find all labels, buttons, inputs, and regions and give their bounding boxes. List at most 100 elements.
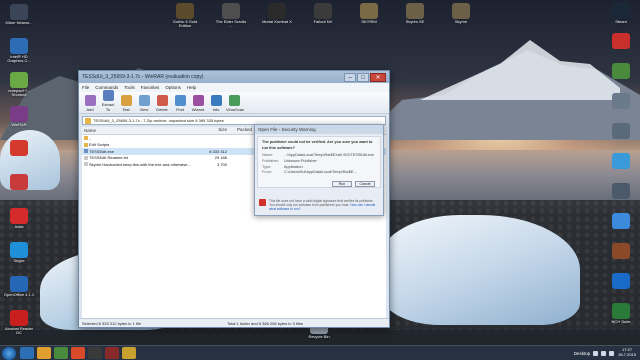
desktop-shortcut[interactable] [604, 153, 638, 170]
desktop-shortcut[interactable] [2, 140, 36, 157]
app-icon [10, 310, 28, 326]
security-warning-dialog[interactable]: Open File - Security Warning The publish… [254, 124, 384, 216]
toolbar-button-add[interactable]: Add [82, 95, 98, 112]
app-icon [268, 3, 286, 19]
file-name: Edit Scripts [89, 142, 110, 148]
file-name: .. [89, 135, 92, 141]
flag-icon[interactable] [609, 350, 615, 356]
desktop-shortcut[interactable]: NCH Suite [604, 303, 638, 324]
desktop-shortcut[interactable]: Gothic II Gold Edition [168, 3, 202, 29]
window-titlebar[interactable]: TESSdUi_3_25659-3-1.7c - WinRAR (evaluat… [79, 71, 389, 83]
desktop-shortcut[interactable] [604, 213, 638, 230]
app-icon [10, 174, 28, 190]
desktop-shortcut[interactable]: The Elder Scrolls ... [214, 3, 248, 29]
taskbar-app-icon[interactable] [71, 347, 85, 359]
toolbar-button-virusscan[interactable]: VirusScan [226, 95, 244, 112]
dialog-question: The publisher could not be verified. Are… [262, 140, 373, 150]
desktop-shortcut[interactable]: WinRAR [2, 106, 36, 127]
menu-item[interactable]: Options [165, 85, 181, 90]
column-header[interactable]: Name [82, 127, 202, 134]
desktop-shortcut[interactable]: Skyrim [444, 3, 478, 24]
status-total: Total 1 folder and 8 366 208 bytes in 3 … [227, 320, 304, 326]
app-icon [10, 242, 28, 258]
desktop-shortcut[interactable] [2, 174, 36, 191]
desktop-shortcut[interactable]: Steam [604, 3, 638, 24]
desktop-shortcut[interactable]: Avira [2, 208, 36, 229]
file-icon [84, 142, 88, 147]
desktop-shortcut[interactable]: OpenOffice 4.1.1 [2, 276, 36, 297]
toolbar-button-test[interactable]: Test [118, 95, 134, 112]
toolbar-button-find[interactable]: Find [172, 95, 188, 112]
toolbar-label: Delete [156, 107, 168, 112]
taskbar-app-icon[interactable] [20, 347, 34, 359]
desktop-shortcut[interactable]: notepad++ - Shortcut [2, 72, 36, 98]
taskbar-app-icon[interactable] [37, 347, 51, 359]
desktop-shortcut[interactable]: Skyrim SE [398, 3, 432, 24]
taskbar-app-icon[interactable] [105, 347, 119, 359]
desktop-shortcut[interactable] [604, 33, 638, 50]
virusscan-icon [228, 95, 240, 106]
menu-item[interactable]: File [82, 85, 89, 90]
taskbar-app-icon[interactable] [88, 347, 102, 359]
desktop-shortcut[interactable]: Fallout NV [306, 3, 340, 24]
app-icon [222, 3, 240, 19]
app-icon [612, 3, 630, 19]
shortcut-label: Skyrim [454, 19, 468, 24]
file-name-cell: Edit Scripts [82, 142, 202, 147]
app-icon [612, 93, 630, 109]
desktop-shortcut[interactable] [604, 123, 638, 140]
toolbar-label: Extract To [101, 102, 115, 112]
network-icon[interactable] [593, 350, 599, 356]
dialog-field-value: C:\Users\Kul\AppData\Local\Temp\Rar$E... [284, 170, 357, 175]
app-icon [612, 243, 630, 259]
desktop-shortcut[interactable] [604, 243, 638, 260]
app-icon [612, 153, 630, 169]
toolbar-button-wizard[interactable]: Wizard [190, 95, 206, 112]
desktop-shortcut[interactable] [604, 93, 638, 110]
view-icon [138, 95, 150, 106]
minimize-button[interactable]: – [344, 72, 356, 82]
toolbar-label: View [139, 107, 149, 112]
add-icon [84, 95, 96, 106]
info-icon [210, 95, 222, 106]
desktop-shortcut[interactable] [604, 273, 638, 290]
desktop-shortcut[interactable] [604, 63, 638, 80]
volume-icon[interactable] [601, 350, 607, 356]
menu-item[interactable]: Favorites [141, 85, 160, 90]
file-name: TESSEdit.exe [89, 148, 114, 154]
toolbar-button-extract-to[interactable]: Extract To [100, 90, 116, 112]
app-icon [612, 183, 630, 199]
system-tray: Desktop 17:27 28.7.2015 [574, 347, 640, 358]
run-button[interactable]: Run [332, 181, 352, 187]
toolbar-button-info[interactable]: Info [208, 95, 224, 112]
taskbar-app-icon[interactable] [122, 347, 136, 359]
desktop-shortcut[interactable]: Kliker Networ... [2, 4, 36, 25]
cancel-button[interactable]: Cancel [355, 181, 375, 187]
toolbar-label: Find [176, 107, 184, 112]
menu-item[interactable]: Tools [124, 85, 135, 90]
shortcut-label: OpenOffice 4.1.1 [3, 292, 35, 297]
maximize-button[interactable]: □ [357, 72, 369, 82]
desktop-shortcut[interactable]: Acrobat Reader DC [2, 310, 36, 336]
desktop-toolbar-label[interactable]: Desktop [574, 351, 591, 356]
window-title: TESSdUi_3_25659-3-1.7c - WinRAR (evaluat… [82, 74, 204, 80]
app-icon [612, 273, 630, 289]
desktop-shortcut[interactable] [604, 183, 638, 200]
dialog-title: Open File - Security Warning [255, 125, 383, 134]
desktop-shortcut[interactable]: Intel® HD Graphics C... [2, 38, 36, 64]
dialog-field-label: From: [262, 170, 272, 175]
close-button[interactable]: ✕ [370, 72, 386, 82]
menu-item[interactable]: Help [187, 85, 196, 90]
clock[interactable]: 17:27 28.7.2015 [618, 347, 636, 358]
desktop-shortcut[interactable]: Mortal Kombat X [260, 3, 294, 24]
column-header[interactable]: Size [202, 127, 227, 134]
desktop-shortcut[interactable]: Skype [2, 242, 36, 263]
shortcut-label: Acrobat Reader DC [4, 326, 33, 336]
taskbar-app-icon[interactable] [54, 347, 68, 359]
column-header[interactable]: Packed [227, 127, 252, 134]
start-button[interactable] [2, 346, 16, 360]
toolbar-button-view[interactable]: View [136, 95, 152, 112]
status-bar: Selected 8 333 312 bytes in 1 file Total… [79, 318, 389, 327]
desktop-shortcut[interactable]: SKYRIM [352, 3, 386, 24]
toolbar-button-delete[interactable]: Delete [154, 95, 170, 112]
